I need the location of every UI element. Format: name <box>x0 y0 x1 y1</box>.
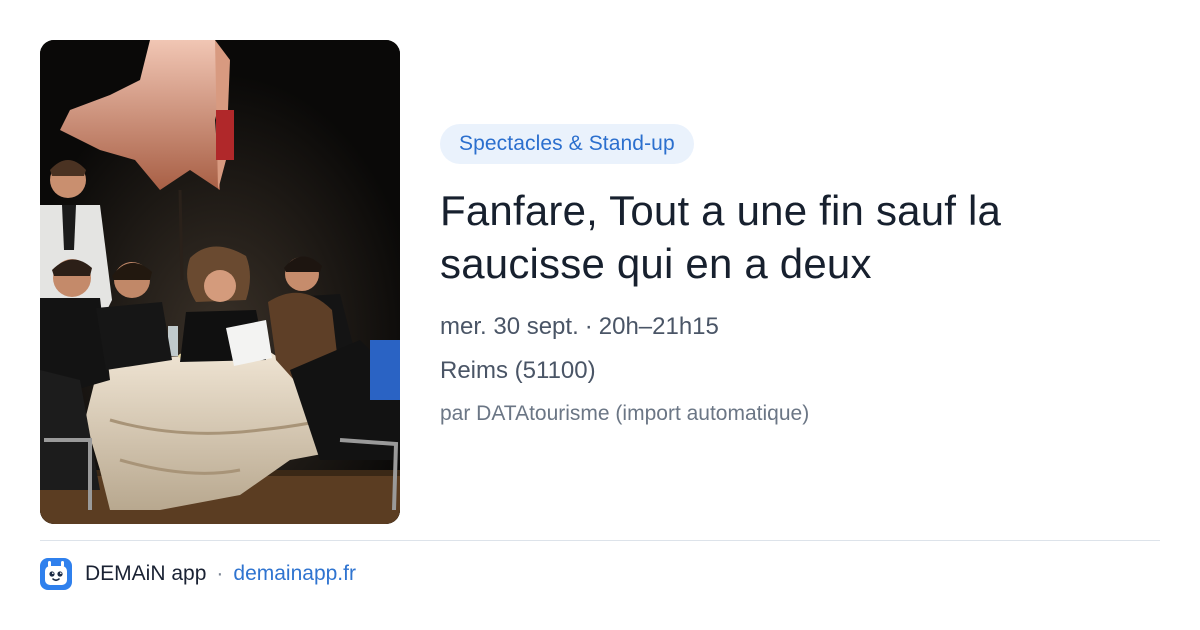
event-datetime: mer. 30 sept. · 20h–21h15 <box>440 312 1160 342</box>
event-meta: mer. 30 sept. · 20h–21h15 Reims (51100) <box>440 312 1160 386</box>
app-name: DEMAiN app <box>85 562 207 585</box>
event-title[interactable]: Fanfare, Tout a une fin sauf la saucisse… <box>440 184 1080 290</box>
footer-separator: · <box>216 562 224 585</box>
footer-divider <box>40 540 1160 541</box>
app-logo-icon <box>40 558 72 590</box>
app-website-link[interactable]: demainapp.fr <box>233 562 356 586</box>
event-photo <box>40 40 400 524</box>
event-location-text: Reims (51100) <box>440 357 596 384</box>
event-location: Reims (51100) <box>440 356 1160 386</box>
category-badge[interactable]: Spectacles & Stand-up <box>440 124 694 164</box>
footer: DEMAiN app · demainapp.fr <box>40 558 356 590</box>
event-source: par DATAtourisme (import automatique) <box>440 402 810 425</box>
event-date: mer. 30 sept. <box>440 313 579 340</box>
event-details: Spectacles & Stand-up Fanfare, Tout a un… <box>440 124 1160 428</box>
event-time: 20h–21h15 <box>598 313 719 340</box>
event-card[interactable]: Spectacles & Stand-up Fanfare, Tout a un… <box>0 0 1200 630</box>
datetime-separator: · <box>584 313 593 340</box>
